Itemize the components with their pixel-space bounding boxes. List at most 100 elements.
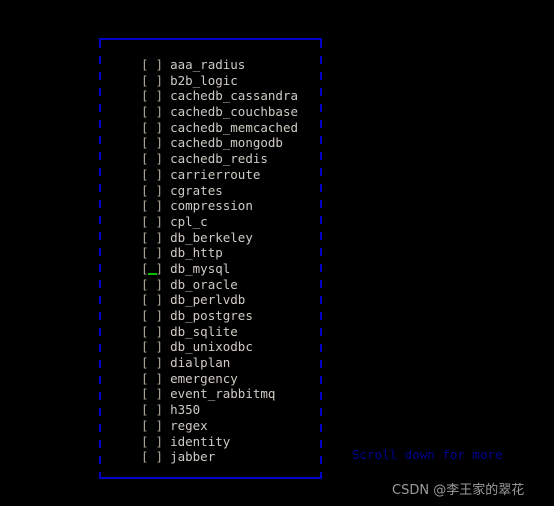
bracket-open: [: [141, 229, 149, 245]
checkbox-icon[interactable]: [ ]: [141, 73, 163, 89]
bracket-open: [: [141, 449, 149, 465]
checklist-row[interactable]: [ ] aaa_radius: [141, 57, 316, 73]
checkbox-icon[interactable]: [ ]: [141, 418, 163, 434]
checklist-row[interactable]: [ ] dialplan: [141, 355, 316, 371]
bracket-open: [: [141, 72, 149, 88]
bracket-close: ]: [155, 417, 164, 433]
checklist-row[interactable]: [ ] identity: [141, 434, 316, 450]
checkbox-icon[interactable]: [ ]: [141, 214, 163, 230]
bracket-close: ]: [155, 151, 164, 167]
checkbox-icon[interactable]: [ ]: [141, 151, 163, 167]
bracket-open: [: [141, 151, 149, 167]
checklist-row[interactable]: [ ] cpl_c: [141, 214, 316, 230]
checklist-item-label: db_oracle: [170, 276, 238, 292]
bracket-close: ]: [155, 104, 164, 120]
checklist-row[interactable]: [ ] db_postgres: [141, 308, 316, 324]
checkbox-icon[interactable]: [ ]: [141, 230, 163, 246]
checklist-row[interactable]: [ ] cachedb_mongodb: [141, 135, 316, 151]
bracket-close: ]: [155, 182, 164, 198]
checklist-row[interactable]: [ ] cachedb_memcached: [141, 120, 316, 136]
checklist-item-label: db_http: [170, 245, 223, 261]
bracket-close: ]: [155, 355, 164, 371]
checklist-row[interactable]: [ ] emergency: [141, 371, 316, 387]
dialog-border-left: [99, 40, 101, 477]
module-checklist[interactable]: [ ] aaa_radius [ ] b2b_logic [ ] cachedb_cass…: [141, 57, 316, 465]
checkbox-icon[interactable]: [ ]: [141, 104, 163, 120]
bracket-open: [: [141, 166, 149, 182]
bracket-open: [: [141, 135, 149, 151]
checklist-item-label: compression: [170, 198, 253, 214]
bracket-open: [: [141, 57, 149, 72]
checklist-item-label: aaa_radius: [170, 57, 246, 72]
checklist-row[interactable]: [ ] db_perlvdb: [141, 292, 316, 308]
checklist-row[interactable]: [ ] carrierroute: [141, 167, 316, 183]
checkbox-icon[interactable]: [ ]: [141, 88, 163, 104]
checkbox-icon[interactable]: [ ]: [141, 183, 163, 199]
checkbox-icon[interactable]: [ ]: [141, 292, 163, 308]
checklist-item-label: db_unixodbc: [170, 339, 253, 355]
bracket-open: [: [141, 276, 149, 292]
bracket-close: ]: [155, 119, 164, 135]
bracket-close: ]: [155, 229, 164, 245]
checklist-item-label: emergency: [170, 370, 238, 386]
checklist-item-label: cgrates: [170, 182, 223, 198]
checklist-row[interactable]: [ ] cachedb_couchbase: [141, 104, 316, 120]
bracket-open: [: [141, 292, 149, 308]
checklist-row[interactable]: [ ] compression: [141, 198, 316, 214]
checklist-item-label: db_sqlite: [170, 323, 238, 339]
checkbox-icon[interactable]: [ ]: [141, 355, 163, 371]
bracket-open: [: [141, 370, 149, 386]
checklist-row[interactable]: [ ] event_rabbitmq: [141, 386, 316, 402]
checkbox-icon[interactable]: [ ]: [141, 434, 163, 450]
bracket-open: [: [141, 355, 149, 371]
checkbox-icon[interactable]: [ ]: [141, 402, 163, 418]
bracket-close: ]: [155, 245, 164, 261]
checkbox-icon[interactable]: [ ]: [141, 245, 163, 261]
bracket-open: [: [141, 245, 149, 261]
bracket-close: ]: [155, 72, 164, 88]
bracket-open: [: [141, 198, 149, 214]
checkbox-icon[interactable]: [ ]: [141, 198, 163, 214]
checklist-item-label: db_postgres: [170, 308, 253, 323]
bracket-open: [: [141, 417, 149, 433]
checkbox-icon[interactable]: [ ]: [141, 120, 163, 136]
checkbox-icon[interactable]: [ ]: [141, 339, 163, 355]
checkbox-icon[interactable]: [ ]: [141, 277, 163, 293]
checkbox-icon[interactable]: [ ]: [141, 261, 163, 277]
checklist-row[interactable]: [ ] db_berkeley: [141, 230, 316, 246]
bracket-close: ]: [155, 57, 164, 72]
checklist-row[interactable]: [ ] cachedb_redis: [141, 151, 316, 167]
checklist-row[interactable]: [ ] jabber: [141, 449, 316, 465]
checkbox-icon[interactable]: [ ]: [141, 57, 163, 73]
checklist-row[interactable]: [ ] cachedb_cassandra: [141, 88, 316, 104]
checklist-item-label: identity: [170, 433, 231, 449]
bracket-open: [: [141, 104, 149, 120]
checklist-item-label: regex: [170, 417, 208, 433]
checklist-row[interactable]: [ ] b2b_logic: [141, 73, 316, 89]
bracket-close: ]: [155, 339, 164, 355]
bracket-open: [: [141, 182, 149, 198]
checklist-row[interactable]: [ ] db_http: [141, 245, 316, 261]
checkbox-icon[interactable]: [ ]: [141, 167, 163, 183]
checklist-row[interactable]: [ ] db_sqlite: [141, 324, 316, 340]
checklist-row[interactable]: [ ] h350: [141, 402, 316, 418]
checklist-item-label: dialplan: [170, 355, 231, 371]
checklist-row[interactable]: [ ] db_unixodbc: [141, 339, 316, 355]
checklist-row[interactable]: [ ] db_mysql: [141, 261, 316, 277]
checklist-row[interactable]: [ ] cgrates: [141, 183, 316, 199]
bracket-open: [: [141, 308, 149, 323]
checklist-item-label: db_perlvdb: [170, 292, 246, 308]
bracket-open: [: [141, 433, 149, 449]
bracket-close: ]: [155, 449, 164, 465]
checklist-item-label: cachedb_redis: [170, 151, 268, 167]
checkbox-icon[interactable]: [ ]: [141, 449, 163, 465]
checkbox-icon[interactable]: [ ]: [141, 308, 163, 324]
checkbox-icon[interactable]: [ ]: [141, 135, 163, 151]
checklist-row[interactable]: [ ] regex: [141, 418, 316, 434]
bracket-close: ]: [155, 213, 164, 229]
checkbox-icon[interactable]: [ ]: [141, 371, 163, 387]
checklist-item-label: carrierroute: [170, 166, 261, 182]
checkbox-icon[interactable]: [ ]: [141, 324, 163, 340]
checkbox-icon[interactable]: [ ]: [141, 386, 163, 402]
checklist-row[interactable]: [ ] db_oracle: [141, 277, 316, 293]
